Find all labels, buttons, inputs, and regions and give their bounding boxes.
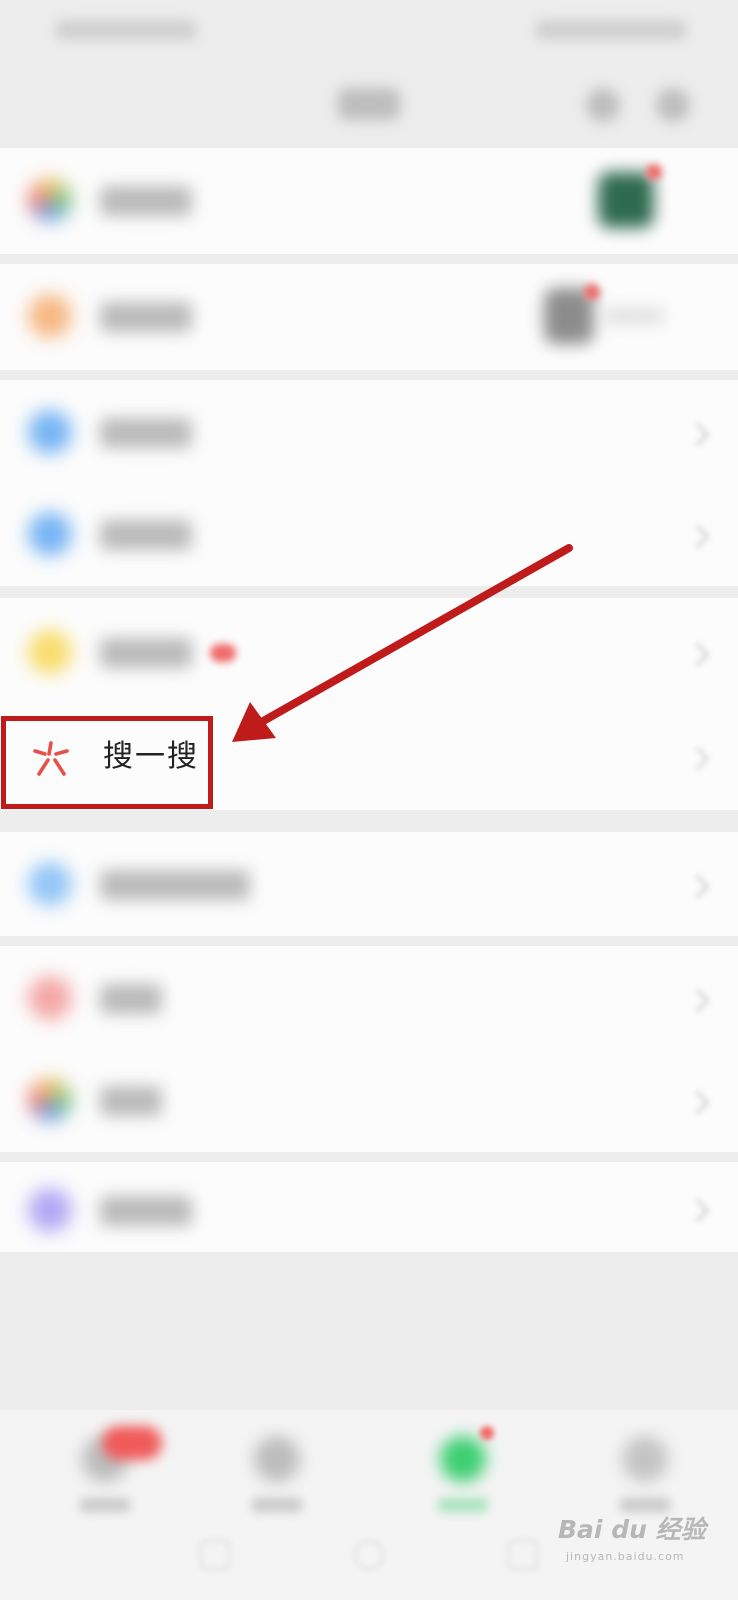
top-stories-icon xyxy=(28,630,72,674)
moments-icon xyxy=(28,178,72,222)
list-item-label xyxy=(100,520,192,550)
home-key-icon[interactable] xyxy=(354,1540,384,1570)
menu-key-icon[interactable] xyxy=(200,1540,230,1570)
unread-badge xyxy=(102,1426,162,1460)
nav-bar xyxy=(0,62,738,146)
annotation-highlight-box xyxy=(1,716,213,809)
group-channels xyxy=(0,264,738,370)
tab-contacts[interactable] xyxy=(222,1426,332,1536)
watermark-main: Bai du 经验 xyxy=(558,1515,706,1544)
tab-label xyxy=(438,1498,488,1512)
tab-label xyxy=(80,1498,130,1512)
avatar xyxy=(598,172,654,228)
list-item-label xyxy=(100,302,192,332)
search-icon[interactable] xyxy=(586,88,620,122)
back-key-icon[interactable] xyxy=(508,1540,538,1570)
chevron-right-icon xyxy=(685,1198,710,1223)
group-moments xyxy=(0,148,738,254)
group-nearby xyxy=(0,832,738,936)
list-item-label xyxy=(100,186,192,216)
wechat-discover-screen: 搜一搜 Bai du 经验 jingyan.baidu.com xyxy=(0,0,738,1600)
new-dot xyxy=(646,164,662,180)
new-dot xyxy=(584,284,600,300)
list-item-extra xyxy=(604,308,664,324)
list-item[interactable] xyxy=(0,482,738,586)
scan-icon xyxy=(28,410,72,454)
channels-icon xyxy=(28,294,72,338)
nearby-icon xyxy=(28,862,72,906)
list-item-label xyxy=(100,418,192,448)
list-item[interactable] xyxy=(0,380,738,484)
list-item[interactable] xyxy=(0,264,738,368)
chevron-right-icon xyxy=(685,746,710,771)
list-item-label xyxy=(100,1086,162,1116)
contacts-icon xyxy=(254,1436,300,1482)
discover-icon xyxy=(440,1436,486,1482)
list-item[interactable] xyxy=(0,1162,738,1266)
chevron-right-icon xyxy=(685,524,710,549)
list-item-label xyxy=(100,870,250,900)
chevron-right-icon xyxy=(685,988,710,1013)
mini-programs-icon xyxy=(28,1188,72,1232)
nav-title xyxy=(338,88,400,120)
list-item-label xyxy=(100,1196,192,1226)
list-item[interactable] xyxy=(0,148,738,252)
shake-icon xyxy=(28,512,72,556)
new-dot xyxy=(210,644,236,662)
group-mini-programs xyxy=(0,1162,738,1252)
chevron-right-icon xyxy=(685,422,710,447)
chevron-right-icon xyxy=(685,1090,710,1115)
list-item-label xyxy=(100,984,162,1014)
watermark-url: jingyan.baidu.com xyxy=(566,1550,685,1563)
group-shopping xyxy=(0,946,738,1152)
tab-chats[interactable] xyxy=(50,1426,162,1536)
chevron-right-icon xyxy=(685,642,710,667)
me-icon xyxy=(622,1436,668,1482)
list-item[interactable] xyxy=(0,832,738,936)
new-dot xyxy=(480,1426,494,1440)
add-icon[interactable] xyxy=(656,88,690,122)
list-item[interactable] xyxy=(0,598,738,702)
chevron-right-icon xyxy=(685,874,710,899)
status-bar xyxy=(0,0,738,62)
list-item[interactable] xyxy=(0,1048,738,1152)
shopping-icon xyxy=(28,976,72,1020)
baidu-jingyan-watermark: Bai du 经验 jingyan.baidu.com xyxy=(558,1506,718,1576)
tab-discover[interactable] xyxy=(408,1426,518,1536)
list-item[interactable] xyxy=(0,946,738,1050)
tab-label xyxy=(252,1498,302,1512)
list-item-label xyxy=(100,638,192,668)
status-bar-carrier xyxy=(56,20,196,40)
status-bar-indicators xyxy=(536,20,686,40)
group-scan xyxy=(0,380,738,586)
games-icon xyxy=(28,1078,72,1122)
